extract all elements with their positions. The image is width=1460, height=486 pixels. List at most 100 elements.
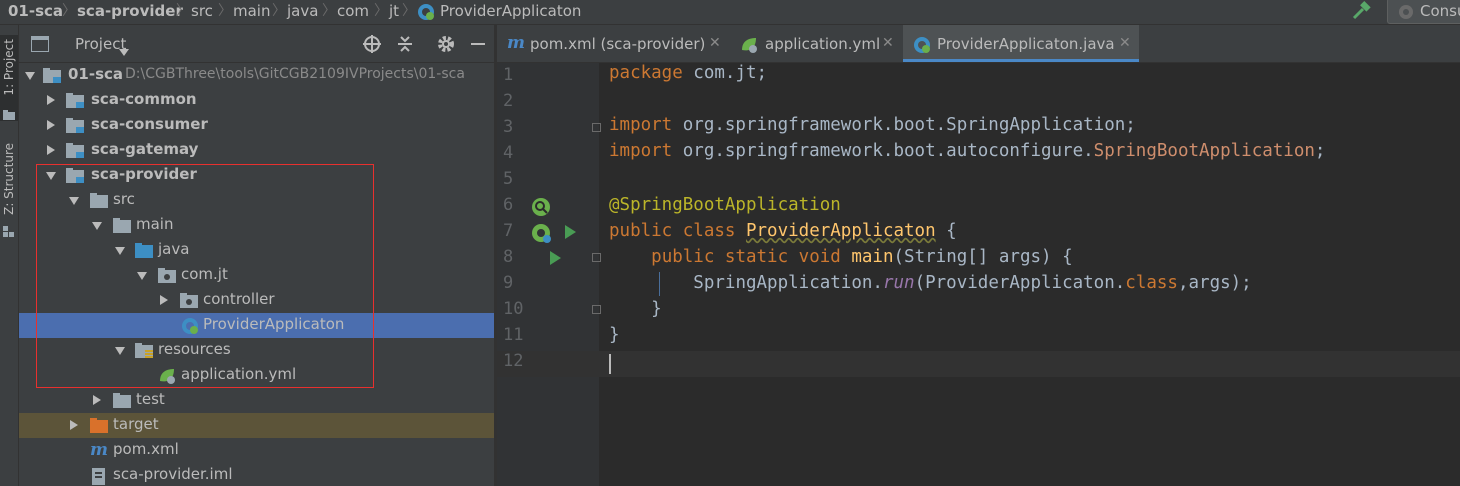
tree-item-label: sca-gatemay — [91, 140, 199, 158]
code-method-name: main — [851, 247, 894, 267]
breadcrumb-class[interactable]: ProviderApplicaton — [440, 0, 581, 22]
tree-item-label: sca-provider.iml — [113, 465, 233, 483]
tree-item-label: target — [113, 415, 159, 433]
code-class-name: ProviderApplicaton — [745, 221, 936, 241]
breadcrumb-main[interactable]: main — [233, 0, 270, 22]
line-number: 2 — [503, 91, 514, 111]
build-hammer-icon[interactable] — [1350, 1, 1372, 21]
fold-marker-icon[interactable] — [592, 123, 601, 132]
code-keyword: class — [1125, 273, 1178, 293]
breadcrumb-separator: 〉 — [402, 3, 416, 19]
breadcrumb-separator: 〉 — [374, 3, 388, 19]
chevron-right-icon[interactable] — [47, 95, 55, 105]
tree-item-sca-common[interactable]: sca-common — [19, 88, 494, 113]
code-text: org.springframework.boot.autoconfigure. — [672, 141, 1094, 161]
spring-bean-navigation-icon[interactable] — [531, 197, 551, 221]
highlight-box — [36, 164, 374, 388]
line-number: 8 — [503, 247, 514, 267]
line-number: 10 — [503, 299, 524, 319]
fold-marker-icon[interactable] — [592, 253, 601, 262]
locate-target-icon[interactable] — [363, 35, 381, 57]
project-view-icon — [30, 35, 50, 56]
spring-yml-icon — [740, 36, 758, 58]
code-text: ; — [1314, 141, 1326, 161]
line-number: 9 — [503, 273, 514, 293]
code-keyword: import — [609, 115, 673, 135]
tree-item-target[interactable]: target — [19, 413, 494, 438]
run-configuration-label: Consu — [1420, 2, 1460, 20]
tab-pom-xml[interactable]: m pom.xml (sca-provider) ✕ — [497, 25, 730, 62]
code-text: com.jt; — [682, 63, 768, 83]
run-icon[interactable] — [550, 251, 561, 265]
code-line-11: } — [609, 325, 620, 345]
tree-item-sca-consumer[interactable]: sca-consumer — [19, 113, 494, 138]
tree-item-label: 01-sca — [68, 65, 124, 83]
tree-item-label: sca-common — [91, 90, 197, 108]
code-text: org.springframework.boot.SpringApplicati… — [672, 115, 1136, 135]
code-keyword: import — [609, 141, 673, 161]
project-panel-header: Project — [19, 25, 494, 63]
project-tool-label: 1: Project — [2, 39, 16, 96]
run-icon[interactable] — [565, 225, 576, 239]
collapse-all-icon[interactable] — [397, 35, 413, 57]
breadcrumb-com[interactable]: com — [337, 0, 369, 22]
breadcrumb-separator: 〉 — [62, 3, 76, 19]
tree-item-test[interactable]: test — [19, 388, 494, 413]
code-line-3: import org.springframework.boot.SpringAp… — [609, 115, 1136, 135]
current-line-highlight — [497, 351, 1460, 377]
line-number: 6 — [503, 195, 514, 215]
tree-item-01-sca[interactable]: 01-sca D:\CGBThree\tools\GitCGB2109IVPro… — [19, 63, 494, 88]
iml-file-icon — [92, 468, 106, 486]
breadcrumb-project[interactable]: 01-sca — [8, 0, 63, 22]
spring-boot-gutter-icon[interactable] — [531, 223, 553, 249]
code-static-method: run — [882, 273, 915, 293]
code-line-10: } — [609, 299, 662, 319]
close-icon[interactable]: ✕ — [882, 35, 894, 51]
tree-item-pom-xml[interactable]: m pom.xml — [19, 438, 494, 463]
spring-boot-run-icon — [1397, 3, 1415, 27]
structure-tool-label[interactable]: Z: Structure — [2, 143, 16, 215]
chevron-down-icon[interactable] — [119, 41, 129, 60]
code-text: (ProviderApplicaton. — [914, 273, 1126, 293]
tab-application-yml[interactable]: application.yml ✕ — [730, 25, 902, 62]
module-folder-icon — [43, 68, 61, 87]
line-number: 5 — [503, 169, 514, 189]
tree-item-label: pom.xml — [113, 440, 179, 458]
line-number: 1 — [503, 65, 514, 85]
line-number: 12 — [503, 351, 524, 371]
breadcrumb-separator: 〉 — [272, 3, 286, 19]
line-number: 11 — [503, 325, 524, 345]
folder-icon — [3, 105, 15, 124]
close-icon[interactable]: ✕ — [709, 35, 721, 51]
chevron-right-icon[interactable] — [70, 420, 78, 430]
gear-icon[interactable] — [437, 35, 455, 57]
fold-marker-icon[interactable] — [592, 305, 601, 314]
tree-item-sca-provider-iml[interactable]: sca-provider.iml — [19, 463, 494, 486]
tab-provider-applicaton-java[interactable]: ProviderApplicaton.java ✕ — [903, 25, 1139, 62]
chevron-down-icon[interactable] — [25, 72, 35, 80]
tree-item-label: sca-consumer — [91, 115, 208, 133]
breadcrumb-java[interactable]: java — [287, 0, 318, 22]
code-keyword: public class — [609, 221, 736, 241]
breadcrumb-module[interactable]: sca-provider — [77, 0, 183, 22]
minimize-icon[interactable] — [471, 43, 485, 45]
maven-icon: m — [90, 440, 108, 460]
chevron-right-icon[interactable] — [47, 145, 55, 155]
module-folder-icon — [66, 143, 84, 162]
chevron-right-icon[interactable] — [93, 395, 101, 405]
spring-boot-class-icon — [417, 3, 435, 27]
editor-tabs: m pom.xml (sca-provider) ✕ application.y… — [497, 25, 1460, 63]
line-number: 7 — [503, 221, 514, 241]
breadcrumb-src[interactable]: src — [191, 0, 213, 22]
breadcrumb-jt[interactable]: jt — [389, 0, 399, 22]
code-line-8: public static void main(String[] args) { — [609, 247, 1072, 267]
code-text: SpringApplication. — [693, 273, 883, 293]
tree-item-sca-gatemay[interactable]: sca-gatemay — [19, 138, 494, 163]
excluded-folder-icon — [90, 418, 108, 437]
chevron-right-icon[interactable] — [47, 120, 55, 130]
tree-item-label: test — [136, 390, 165, 408]
close-icon[interactable]: ✕ — [1119, 35, 1131, 51]
code-keyword: package — [609, 63, 683, 83]
